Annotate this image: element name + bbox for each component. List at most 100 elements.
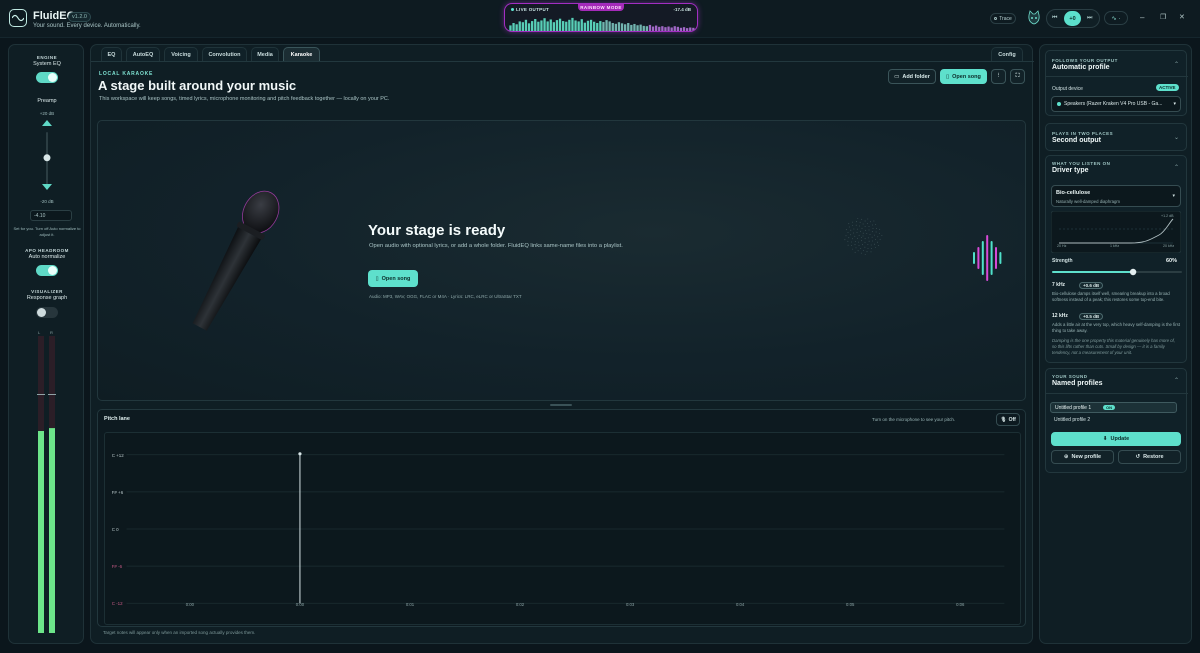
stage-dot (861, 237, 862, 238)
auto-normalize-toggle[interactable] (36, 265, 58, 276)
chevron-up-icon[interactable]: ⌃ (1174, 377, 1179, 384)
chevron-up-icon[interactable]: ⌃ (1174, 164, 1179, 171)
close-button[interactable]: ✕ (1179, 13, 1185, 21)
spectrum-bar (527, 23, 531, 31)
driver-select[interactable]: Bio-cellulose Naturally well-damped diap… (1051, 185, 1181, 207)
second-output-card[interactable]: PLAYS IN TWO PLACES Second output ⌄ (1045, 123, 1187, 151)
damping-note: Damping is the one property this materia… (1052, 338, 1176, 355)
waveform-button[interactable]: ∿ · (1104, 11, 1128, 25)
eq-glyph-bar (977, 247, 980, 269)
play-button[interactable]: +0 (1064, 11, 1081, 26)
tab-autoeq[interactable]: AutoEQ (126, 47, 160, 61)
stage-dot (874, 234, 875, 236)
profile-item-1[interactable]: Untitled profile 1 ON (1050, 402, 1177, 413)
profile-item-2[interactable]: Untitled profile 2 (1054, 417, 1090, 423)
eq-glyph-bar (995, 247, 997, 269)
mixer-icon[interactable]: ⫶ (991, 69, 1006, 84)
app-logo-icon (9, 9, 27, 27)
spectrum-bar (524, 19, 528, 31)
microphone-toggle-button[interactable]: 🎙︎ Off (996, 413, 1020, 426)
restore-profile-button[interactable]: ↺ Restore (1118, 450, 1181, 464)
pitch-lane: Pitch lane Turn on the microphone to see… (97, 409, 1026, 627)
spectrum-bar (679, 27, 683, 31)
stage-dot (860, 252, 862, 254)
skip-forward-icon[interactable]: ⏭ (1087, 15, 1092, 22)
chevron-down-icon[interactable]: ⌄ (1174, 134, 1179, 141)
stage-dot (862, 232, 864, 234)
mascot-cat-icon[interactable] (1026, 10, 1042, 26)
stage-dot (854, 251, 856, 253)
tab-media[interactable]: Media (251, 47, 279, 61)
tab-convolution[interactable]: Convolution (202, 47, 247, 61)
profile-on-badge: ON (1103, 404, 1115, 410)
update-profile-button[interactable]: ⬇ Update (1051, 432, 1181, 446)
stage-dot (860, 230, 861, 232)
strength-knob (1129, 268, 1137, 276)
stage-dot (870, 221, 871, 223)
tab-voicing[interactable]: Voicing (164, 47, 198, 61)
spectrum-bar (580, 19, 583, 31)
stage-dot (864, 241, 866, 243)
resize-handle[interactable] (550, 404, 572, 406)
stage-dot (875, 239, 876, 240)
stage-dot (869, 234, 871, 235)
output-device-select[interactable]: Speakers (Razer Kraken V4 Pro USB - Ga..… (1051, 96, 1181, 112)
live-output-db: -17.4 dB (673, 7, 691, 12)
file-icon: ▯ (375, 275, 379, 282)
spectrum-bar (515, 24, 518, 31)
system-eq-toggle[interactable] (36, 72, 58, 83)
new-profile-button[interactable]: ⊕ New profile (1051, 450, 1114, 464)
strength-label: Strength (1052, 258, 1073, 264)
restore-button[interactable]: ❐ (1160, 13, 1166, 21)
chevron-up-icon[interactable]: ⌃ (1174, 61, 1179, 68)
file-icon: ▯ (946, 73, 950, 80)
stage-dot (865, 229, 867, 231)
stage-dot (850, 241, 852, 243)
freq-12khz-badge: +0.5 dB (1079, 313, 1104, 320)
decorative-dots (844, 218, 883, 255)
tab-config[interactable]: Config (991, 47, 1023, 61)
minimize-button[interactable]: – (1140, 13, 1144, 22)
open-song-button[interactable]: ▯ Open song (940, 69, 987, 84)
stage-open-song-button[interactable]: ▯ Open song (368, 270, 418, 287)
eq-glyph-bar (999, 252, 1002, 264)
profile-name: Untitled profile 1 (1055, 405, 1092, 411)
stage-dot (871, 236, 873, 238)
spectrum-bar (645, 26, 648, 31)
supported-formats: Audio: MP3, WAV, OGG, FLAC or M4A · Lyri… (369, 294, 522, 299)
equalizer-glyph-icon (973, 235, 1002, 281)
rainbow-mode-badge[interactable]: RAINBOW MODE (578, 4, 624, 11)
tab-karaoke[interactable]: Karaoke (283, 47, 320, 61)
spectrum-bar (642, 25, 645, 31)
spectrum-bar (664, 27, 667, 31)
pitch-plot[interactable]: C +12F# +6C 0F# -6C -12 0:00 0:00 0:01 0:02 0… (104, 432, 1021, 625)
visualizer-caption: VISUALIZER (31, 289, 63, 294)
stage-dot (857, 218, 859, 219)
strength-slider[interactable] (1052, 267, 1182, 277)
karaoke-stage: Your stage is ready Open audio with opti… (97, 120, 1026, 401)
spectrum-bar (574, 20, 577, 31)
stage-dot (863, 250, 864, 251)
spectrum-bar (565, 21, 568, 31)
stage-dot (851, 245, 852, 246)
response-graph-toggle[interactable] (36, 307, 58, 318)
fullscreen-icon[interactable]: ⛶ (1010, 69, 1025, 84)
tab-eq[interactable]: EQ (101, 47, 122, 61)
stage-dot (858, 234, 860, 236)
add-folder-button[interactable]: ▭ Add folder (888, 69, 936, 84)
live-spectrum-bars (509, 17, 695, 31)
skip-back-icon[interactable]: ⏮ (1052, 15, 1057, 22)
stage-dot (867, 248, 869, 249)
stage-dot (868, 226, 870, 227)
stage-dot (845, 229, 847, 231)
trace-button[interactable]: Trace (990, 13, 1016, 24)
live-output-meter[interactable]: LIVE OUTPUT RAINBOW MODE -17.4 dB (504, 3, 698, 32)
output-title: Automatic profile (1052, 64, 1110, 71)
pitch-y-label: F# -6 (112, 564, 123, 569)
graph-max-label: +1.2 dB (1161, 214, 1174, 218)
strength-value: 60% (1166, 258, 1178, 264)
spectrum-bar (605, 20, 608, 31)
preamp-value-input[interactable]: -4.10 (30, 210, 72, 221)
spectrum-bar (661, 26, 664, 31)
eq-glyph-bar (986, 235, 989, 281)
